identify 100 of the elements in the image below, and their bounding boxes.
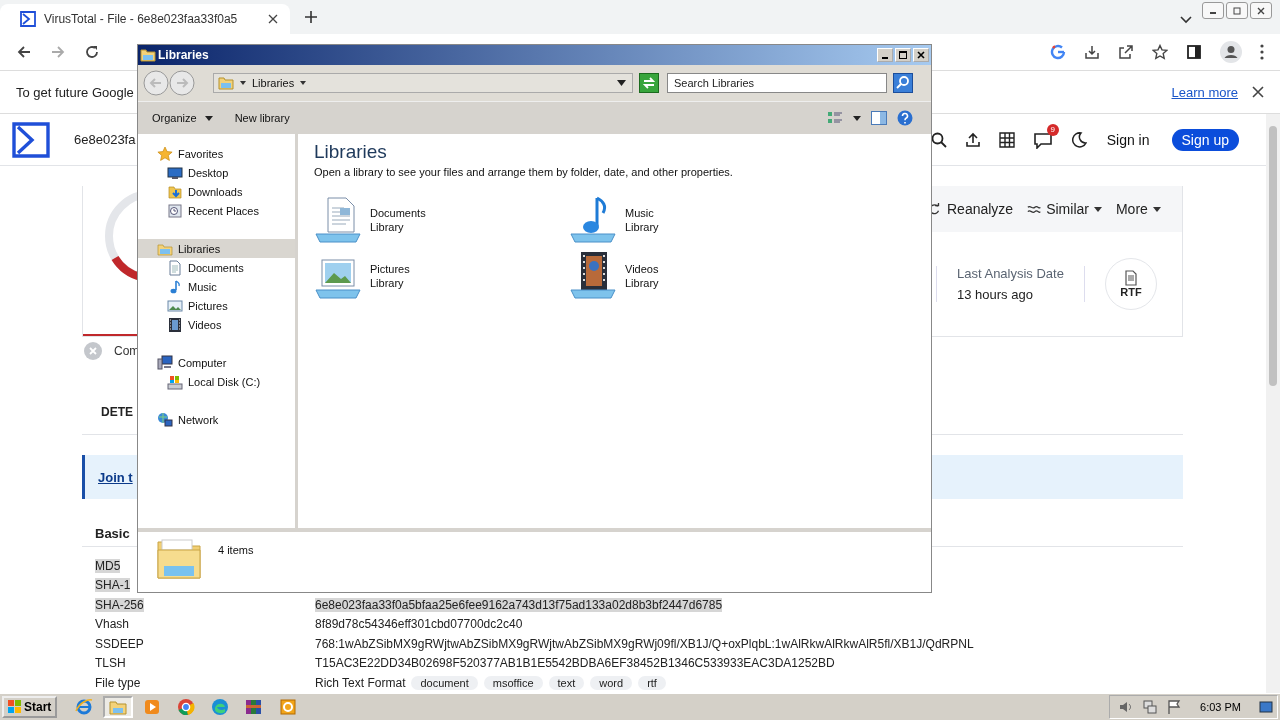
- notification-badge: 9: [1046, 123, 1059, 136]
- sigma-logo-icon: [20, 11, 36, 27]
- back-icon[interactable]: [16, 44, 32, 60]
- chevron-down-icon[interactable]: [1180, 16, 1192, 24]
- search-button[interactable]: [893, 73, 913, 93]
- library-item[interactable]: Music Library: [569, 196, 824, 244]
- network-icon: [157, 411, 173, 428]
- minimize-button[interactable]: [877, 48, 893, 62]
- caret-icon: [204, 115, 213, 121]
- close-circle-icon: [84, 342, 102, 360]
- star-icon: [157, 145, 173, 162]
- nav-item[interactable]: Music: [138, 277, 295, 296]
- action-button[interactable]: More: [1115, 201, 1161, 217]
- star-icon[interactable]: [1152, 44, 1168, 60]
- app-icon: [279, 698, 298, 716]
- tag[interactable]: word: [590, 675, 633, 690]
- picture-icon: [167, 297, 183, 314]
- side-panel-icon[interactable]: [1186, 44, 1202, 60]
- caret-icon: [300, 81, 307, 85]
- profile-icon[interactable]: [1220, 41, 1242, 63]
- maximize-button[interactable]: [895, 48, 911, 62]
- nav-item[interactable]: Local Disk (C:): [138, 372, 295, 391]
- network-icon[interactable]: [1142, 699, 1159, 715]
- window-controls-drawing[interactable]: [1202, 2, 1272, 19]
- google-icon[interactable]: [1050, 44, 1066, 60]
- search-field[interactable]: 6e8e023fa: [74, 132, 136, 147]
- library-item[interactable]: Pictures Library: [314, 252, 569, 300]
- caret-icon: [1152, 206, 1161, 212]
- tag[interactable]: document: [411, 675, 478, 690]
- search-field[interactable]: Search Libraries: [667, 73, 887, 93]
- property-label: Vhash: [95, 617, 130, 632]
- flag-icon[interactable]: [1166, 699, 1183, 715]
- nav-item[interactable]: Desktop: [138, 163, 295, 182]
- nav-item[interactable]: Downloads: [138, 182, 295, 201]
- library-icon: [218, 76, 234, 90]
- sigma-logo-icon[interactable]: [12, 121, 50, 158]
- nav-item[interactable]: Videos: [138, 315, 295, 334]
- sign-in-link[interactable]: Sign in: [1106, 131, 1150, 148]
- sign-up-button[interactable]: Sign up: [1171, 128, 1239, 151]
- new-tab-icon[interactable]: [304, 10, 318, 24]
- nav-item[interactable]: Libraries: [138, 239, 295, 258]
- browser-tab[interactable]: VirusTotal - File - 6e8e023faa33f0a5: [0, 4, 290, 34]
- join-link[interactable]: Join t: [98, 469, 133, 485]
- last-analysis-value: 13 hours ago: [957, 287, 1034, 302]
- item-count: 4 items: [218, 544, 254, 556]
- page-heading: Libraries: [314, 141, 388, 163]
- nav-item[interactable]: Network: [138, 410, 295, 429]
- nav-item[interactable]: Documents: [138, 258, 295, 277]
- moon-icon[interactable]: [1070, 131, 1087, 148]
- menu-icon[interactable]: [1260, 44, 1264, 60]
- property-label: MD5: [95, 558, 121, 573]
- tag[interactable]: rtf: [638, 675, 666, 690]
- close-button[interactable]: [913, 48, 929, 62]
- address-field[interactable]: Libraries: [213, 73, 633, 93]
- document-icon: [167, 259, 183, 276]
- dropdown-icon: [617, 80, 626, 86]
- clock[interactable]: 6:03 PM: [1200, 701, 1241, 713]
- property-value: T15AC3E22DD34B02698F520377AB1B1E5542BDBA6EF38452B1346C533933EAC3DA1252BD: [315, 656, 835, 671]
- property-label: SHA-256: [95, 597, 144, 612]
- chat-icon[interactable]: [1032, 130, 1053, 149]
- action-button[interactable]: Reanalyze: [928, 201, 1014, 217]
- close-icon: [916, 50, 926, 60]
- close-icon[interactable]: [268, 14, 278, 24]
- caret-icon[interactable]: [853, 115, 861, 121]
- grid-icon[interactable]: [998, 131, 1015, 148]
- nav-item[interactable]: Pictures: [138, 296, 295, 315]
- reload-icon[interactable]: [84, 44, 100, 60]
- document-library-icon: [314, 196, 362, 244]
- play-icon: [143, 698, 162, 716]
- tag[interactable]: text: [548, 675, 585, 690]
- refresh-button[interactable]: [639, 73, 659, 93]
- window-title: Libraries: [158, 48, 209, 62]
- toolbar-button[interactable]: Organize: [150, 110, 215, 126]
- start-button[interactable]: Start: [2, 696, 58, 718]
- desktop-icon: [167, 164, 183, 181]
- close-icon[interactable]: [1252, 86, 1264, 98]
- browser-icon: [211, 698, 230, 716]
- search-icon[interactable]: [930, 131, 947, 148]
- download-icon[interactable]: [1084, 44, 1100, 60]
- nav-item[interactable]: Recent Places: [138, 201, 295, 220]
- show-desktop-icon[interactable]: [1259, 700, 1273, 714]
- preview-pane-icon[interactable]: [871, 111, 887, 125]
- detection-tab[interactable]: DETE: [82, 405, 133, 419]
- toolbar-button[interactable]: New library: [232, 110, 292, 126]
- learn-more-link[interactable]: Learn more: [1171, 84, 1238, 100]
- books-icon: [245, 698, 264, 716]
- help-icon[interactable]: [897, 110, 913, 126]
- property-value: 6e8e023faa33f0a5bfaa25e6fee9162a743d13f75ad133a02d8b3bf2447d6785: [315, 597, 723, 612]
- scrollbar[interactable]: [1266, 114, 1280, 693]
- library-item[interactable]: Documents Library: [314, 196, 569, 244]
- upload-icon[interactable]: [964, 131, 981, 148]
- nav-item[interactable]: Favorites: [138, 144, 295, 163]
- page-description: Open a library to see your files and arrange them by folder, date, and other properties.: [314, 166, 734, 178]
- action-button[interactable]: Similar: [1027, 201, 1102, 217]
- library-item[interactable]: Videos Library: [569, 252, 824, 300]
- document-icon: [1122, 270, 1139, 286]
- tag[interactable]: msoffice: [483, 675, 543, 690]
- share-icon[interactable]: [1118, 44, 1134, 60]
- last-analysis-label: Last Analysis Date: [957, 266, 1064, 281]
- nav-item[interactable]: Computer: [138, 353, 295, 372]
